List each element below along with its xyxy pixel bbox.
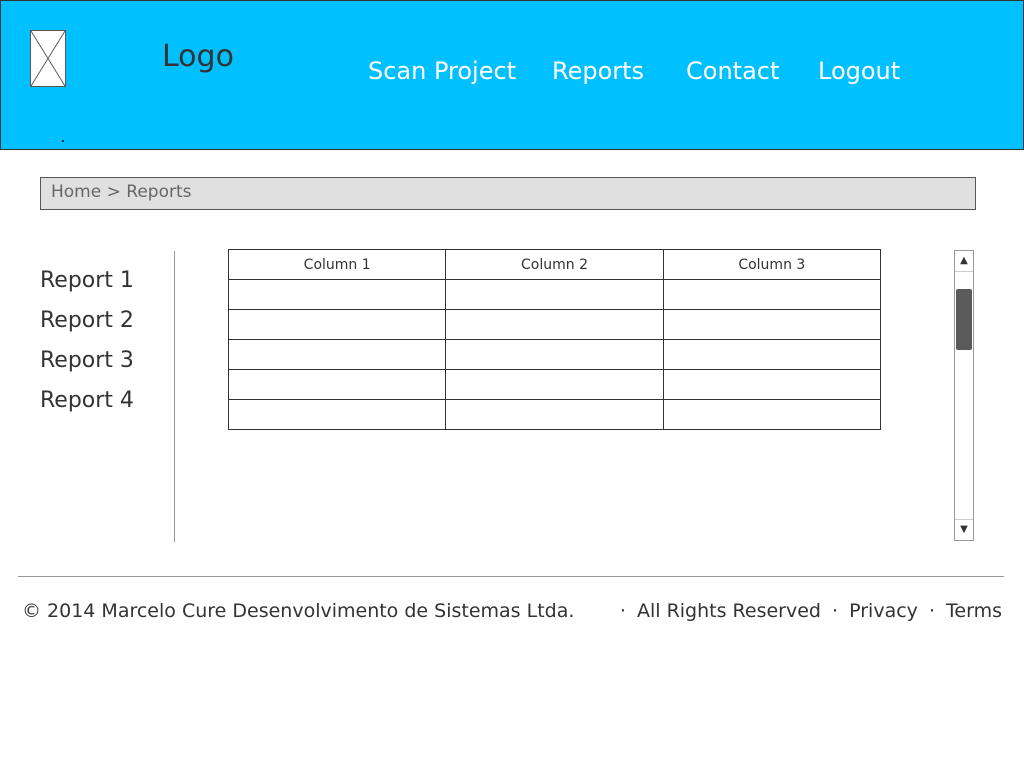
sidebar-item-report-2[interactable]: Report 2 [40, 308, 134, 333]
footer-separator: · [832, 600, 839, 622]
table-cell[interactable] [227, 279, 447, 310]
breadcrumb: Home > Reports [40, 177, 976, 210]
table-row[interactable] [227, 399, 882, 430]
table-cell[interactable] [662, 339, 882, 370]
scroll-up-arrow-icon[interactable]: ▲ [955, 251, 973, 272]
table-row[interactable] [227, 309, 882, 340]
header-bar: Logo Scan Project Reports Contact Logout [0, 0, 1024, 150]
logo-text[interactable]: Logo [162, 39, 234, 74]
image-placeholder-icon [31, 31, 65, 86]
table-row[interactable] [227, 339, 882, 370]
vertical-scrollbar[interactable]: ▲ ▼ [954, 250, 974, 541]
nav-scan-project[interactable]: Scan Project [368, 57, 516, 85]
table-cell[interactable] [445, 279, 664, 310]
table-cell[interactable] [662, 309, 882, 340]
column-header[interactable]: Column 2 [445, 249, 664, 280]
table-cell[interactable] [445, 339, 664, 370]
table-cell[interactable] [227, 309, 447, 340]
logo-image-placeholder[interactable] [30, 30, 66, 87]
breadcrumb-separator: > [106, 182, 121, 202]
scroll-down-arrow-icon[interactable]: ▼ [955, 519, 973, 540]
table-cell[interactable] [445, 309, 664, 340]
breadcrumb-home[interactable]: Home [51, 182, 101, 202]
table-cell[interactable] [662, 369, 882, 400]
breadcrumb-current: Reports [126, 182, 192, 202]
table-row[interactable] [227, 369, 882, 400]
sidebar-item-report-3[interactable]: Report 3 [40, 348, 134, 373]
table-cell[interactable] [445, 399, 664, 430]
report-table: Column 1 Column 2 Column 3 [227, 249, 882, 430]
footer-link-privacy[interactable]: Privacy [849, 600, 918, 622]
sidebar-divider [174, 251, 175, 542]
footer-links: · All Rights Reserved · Privacy · Terms [615, 600, 1002, 622]
stray-dot [62, 140, 64, 142]
table-cell[interactable] [662, 399, 882, 430]
scrollbar-thumb[interactable] [956, 289, 972, 350]
table-cell[interactable] [662, 279, 882, 310]
footer-divider [18, 576, 1004, 577]
nav-contact[interactable]: Contact [686, 57, 779, 85]
footer-link-rights[interactable]: All Rights Reserved [637, 600, 821, 622]
column-header[interactable]: Column 1 [227, 249, 447, 280]
copyright-text: © 2014 Marcelo Cure Desenvolvimento de S… [22, 600, 575, 622]
nav-reports[interactable]: Reports [552, 57, 644, 85]
footer-separator: · [619, 600, 626, 622]
footer-separator: · [928, 600, 935, 622]
sidebar-item-report-1[interactable]: Report 1 [40, 268, 134, 293]
table-cell[interactable] [445, 369, 664, 400]
sidebar-item-report-4[interactable]: Report 4 [40, 388, 134, 413]
nav-logout[interactable]: Logout [818, 57, 900, 85]
table-cell[interactable] [227, 369, 447, 400]
table-cell[interactable] [227, 399, 447, 430]
footer-link-terms[interactable]: Terms [946, 600, 1002, 622]
column-header[interactable]: Column 3 [662, 249, 882, 280]
table-header-row: Column 1 Column 2 Column 3 [227, 249, 882, 280]
table-cell[interactable] [227, 339, 447, 370]
table-row[interactable] [227, 279, 882, 310]
